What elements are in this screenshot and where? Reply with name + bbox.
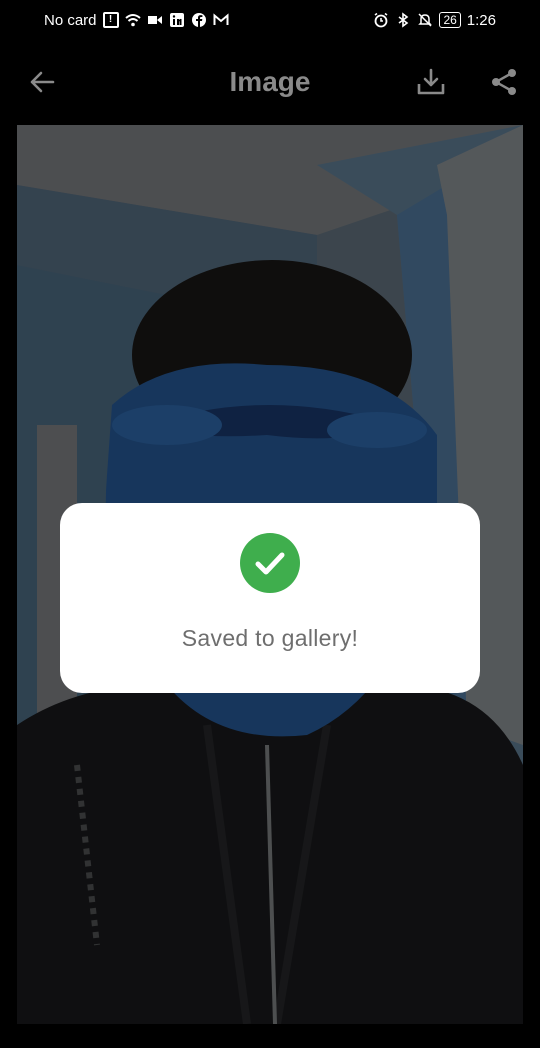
status-right: 26 1:26 <box>373 12 496 29</box>
facebook-icon <box>191 13 206 27</box>
linkedin-icon <box>169 13 184 27</box>
battery-indicator: 26 <box>439 12 461 28</box>
download-button[interactable] <box>411 62 451 102</box>
video-icon <box>147 16 162 24</box>
download-icon <box>417 68 445 95</box>
checkmark-icon <box>255 552 285 575</box>
check-circle-icon <box>240 533 300 593</box>
share-icon <box>492 69 516 95</box>
wifi-icon <box>124 14 141 27</box>
alarm-icon <box>374 12 388 28</box>
status-left: No card ! <box>44 12 229 29</box>
share-button[interactable] <box>484 62 524 102</box>
sim-alert-icon: ! <box>102 12 119 28</box>
clock-time: 1:26 <box>466 11 496 29</box>
saved-dialog: Saved to gallery! <box>60 503 480 693</box>
app-bar: Image <box>0 40 540 124</box>
mute-bell-icon <box>418 13 433 27</box>
dialog-message: Saved to gallery! <box>181 625 359 651</box>
gmail-icon <box>213 13 229 25</box>
bluetooth-icon <box>398 12 409 28</box>
status-bar: No card ! 26 1:26 <box>0 0 540 40</box>
carrier-text: No card <box>44 11 97 29</box>
page-title: Image <box>229 66 311 97</box>
